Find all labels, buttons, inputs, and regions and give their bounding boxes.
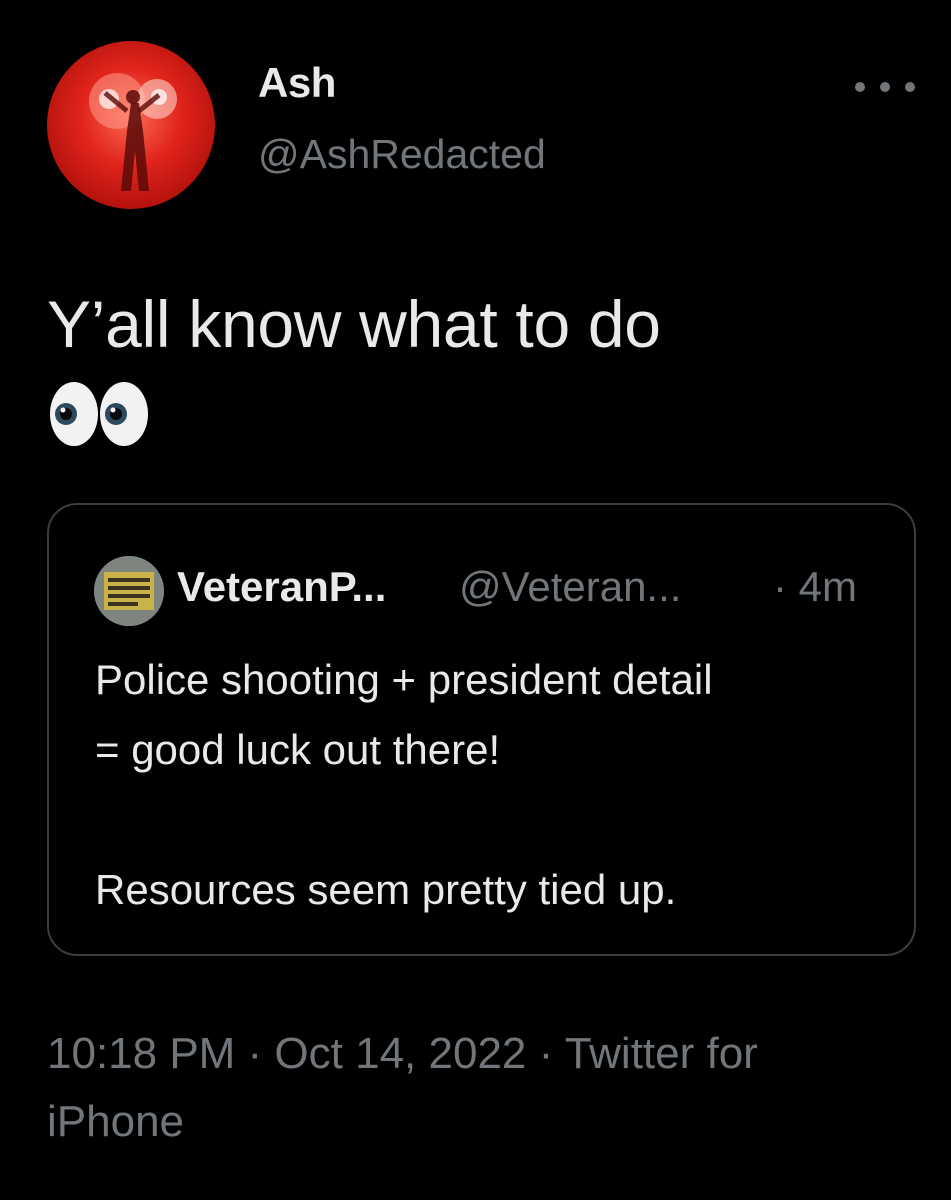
quoted-text-line: Police shooting + president detail [95,656,713,703]
quoted-tweet-card[interactable]: VeteranP... @Veteran... · 4m Police shoo… [47,503,916,956]
more-dot [880,82,890,92]
tweet-text: Y’all know what to do [47,287,661,361]
more-dot [855,82,865,92]
more-options-icon[interactable] [855,72,915,102]
quoted-author-handle[interactable]: @Veteran... [459,566,681,608]
quoted-text-line: = good luck out there! [95,726,501,773]
more-dot [905,82,915,92]
author-handle[interactable]: @AshRedacted [258,134,546,175]
quoted-author-name[interactable]: VeteranP... [177,566,386,608]
tweet-timestamp[interactable]: 10:18 PM · Oct 14, 2022 · Twitter for iP… [47,1020,867,1156]
quoted-tweet-time[interactable]: · 4m [773,566,857,608]
quoted-author-avatar[interactable] [94,556,164,626]
author-avatar[interactable] [47,41,215,209]
eyes-emoji-icon [44,378,154,448]
quoted-tweet-text: Police shooting + president detail = goo… [95,645,895,925]
quoted-text-line: Resources seem pretty tied up. [95,866,677,913]
author-display-name[interactable]: Ash [258,62,336,104]
